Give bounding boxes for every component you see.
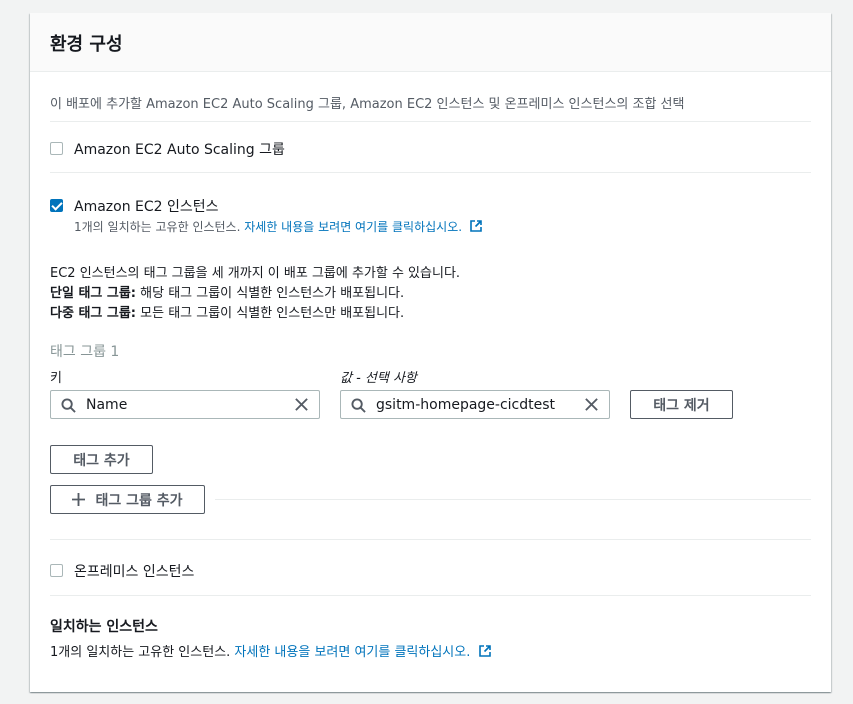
info-multi: 다중 태그 그룹: 모든 태그 그룹이 식별한 인스턴스만 배포됩니다. — [50, 304, 811, 324]
add-tag-group-label: 태그 그룹 추가 — [95, 492, 183, 509]
add-tag-button[interactable]: 태그 추가 — [50, 445, 153, 474]
multi-text: 모든 태그 그룹이 식별한 인스턴스만 배포됩니다. — [140, 306, 405, 321]
key-label: 키 — [50, 371, 62, 386]
tag-labels: 키 값 - 선택 사항 — [50, 367, 811, 386]
plus-icon — [72, 493, 86, 506]
panel-title: 환경 구성 — [50, 34, 123, 55]
onprem-option: 온프레미스 인스턴스 — [50, 539, 811, 596]
tag-inputs: Name gsitm-homepage-cicdtest 태그 제거 — [50, 390, 811, 419]
matching-instances-title: 일치하는 인스턴스 — [50, 619, 158, 635]
info-single: 단일 태그 그룹: 해당 태그 그룹이 식별한 인스턴스가 배포됩니다. — [50, 284, 811, 304]
remove-tag-button[interactable]: 태그 제거 — [630, 390, 733, 419]
environment-config-panel: 환경 구성 이 배포에 추가할 Amazon EC2 Auto Scaling … — [30, 13, 831, 692]
multi-bold: 다중 태그 그룹: — [50, 306, 137, 321]
divider — [215, 499, 811, 500]
tag-value-field[interactable]: gsitm-homepage-cicdtest — [340, 390, 610, 419]
onprem-checkbox[interactable] — [50, 564, 63, 577]
onprem-label[interactable]: 온프레미스 인스턴스 — [74, 561, 194, 581]
asg-label[interactable]: Amazon EC2 Auto Scaling 그룹 — [74, 139, 285, 159]
clear-icon[interactable] — [294, 397, 309, 412]
ec2-option: Amazon EC2 인스턴스 1개의 일치하는 고유한 인스턴스. 자세한 내… — [50, 173, 811, 514]
tag-group-info: EC2 인스턴스의 태그 그룹을 세 개까지 이 배포 그룹에 추가할 수 있습… — [50, 264, 811, 324]
clear-icon[interactable] — [584, 397, 599, 412]
single-text: 해당 태그 그룹이 식별한 인스턴스가 배포됩니다. — [140, 286, 405, 301]
ec2-match-summary: 1개의 일치하는 고유한 인스턴스. 자세한 내용을 보려면 여기를 클릭하십시… — [74, 218, 482, 235]
search-icon — [61, 398, 76, 413]
info-line: EC2 인스턴스의 태그 그룹을 세 개까지 이 배포 그룹에 추가할 수 있습… — [50, 266, 461, 281]
tag-group-title: 태그 그룹 1 — [50, 344, 120, 360]
tag-key-value[interactable]: Name — [86, 397, 127, 413]
tag-value-value[interactable]: gsitm-homepage-cicdtest — [376, 397, 555, 413]
asg-option: Amazon EC2 Auto Scaling 그룹 — [50, 122, 811, 173]
asg-checkbox[interactable] — [50, 142, 63, 155]
ec2-checkbox[interactable] — [50, 199, 63, 212]
panel-header: 환경 구성 — [30, 13, 831, 72]
tag-key-field[interactable]: Name — [50, 390, 320, 419]
ec2-match-text: 1개의 일치하는 고유한 인스턴스. — [74, 220, 241, 234]
search-icon — [351, 398, 366, 413]
value-label-text: 값 - 선택 사항 — [340, 371, 417, 386]
external-link-icon[interactable] — [478, 645, 491, 657]
add-tag-group-button[interactable]: 태그 그룹 추가 — [50, 485, 205, 514]
ec2-label[interactable]: Amazon EC2 인스턴스 — [74, 196, 482, 216]
value-label: 값 - 선택 사항 — [340, 367, 417, 386]
single-bold: 단일 태그 그룹: — [50, 286, 137, 301]
panel-body: 이 배포에 추가할 Amazon EC2 Auto Scaling 그룹, Am… — [30, 72, 831, 660]
panel-description: 이 배포에 추가할 Amazon EC2 Auto Scaling 그룹, Am… — [50, 72, 811, 122]
matching-text: 1개의 일치하는 고유한 인스턴스. — [50, 645, 231, 660]
matching-details-link[interactable]: 자세한 내용을 보려면 여기를 클릭하십시오. — [234, 645, 470, 660]
external-link-icon[interactable] — [470, 220, 482, 232]
add-group-row: 태그 그룹 추가 — [50, 485, 811, 514]
ec2-details-link[interactable]: 자세한 내용을 보려면 여기를 클릭하십시오. — [244, 220, 462, 234]
matching-instances-summary: 1개의 일치하는 고유한 인스턴스. 자세한 내용을 보려면 여기를 클릭하십시… — [50, 641, 811, 660]
